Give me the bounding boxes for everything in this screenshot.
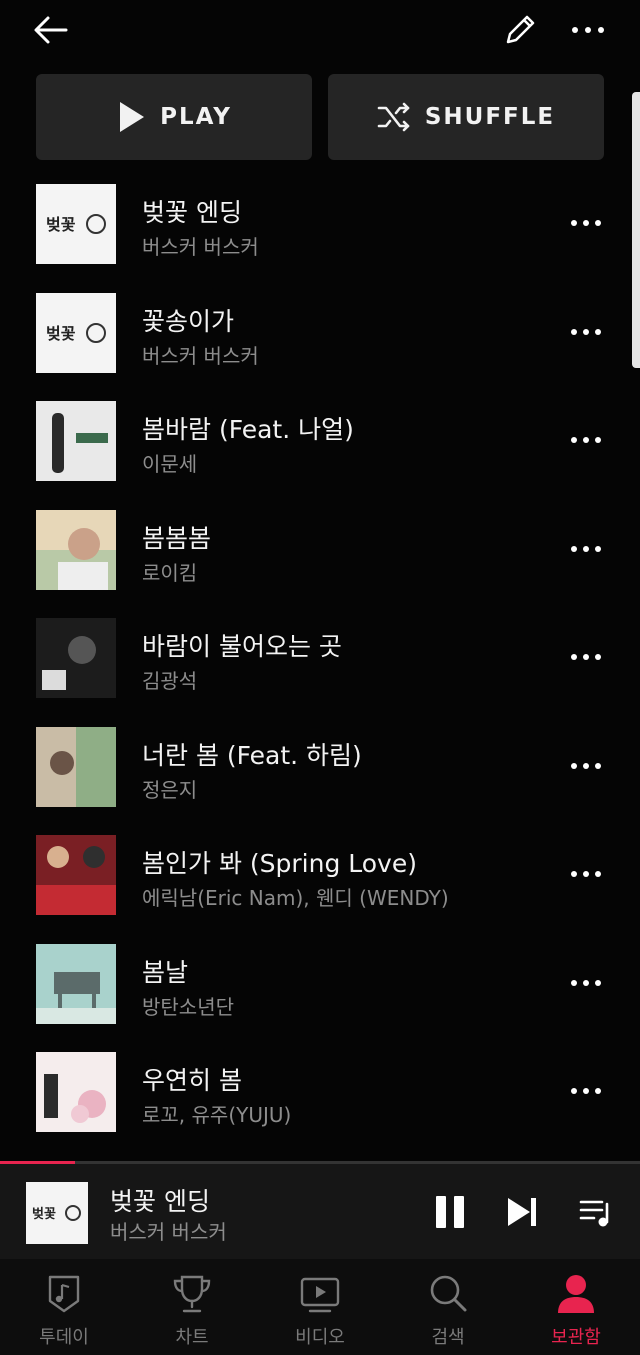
song-artist: 버스커 버스커 (142, 235, 259, 259)
skip-next-icon[interactable] (504, 1194, 540, 1230)
more-options-icon[interactable] (566, 420, 606, 460)
album-art (36, 401, 116, 481)
song-artist: 로이킴 (142, 560, 198, 585)
song-row[interactable]: 봄날 방탄소년단 (0, 933, 640, 1042)
song-artist: 방탄소년단 (142, 994, 234, 1019)
tab-label: 투데이 (39, 1327, 89, 1348)
song-row[interactable]: 너란 봄 (Feat. 하림) 정은지 (0, 716, 640, 825)
album-art: 벚꽃 (36, 184, 116, 264)
back-arrow-icon[interactable] (26, 8, 74, 52)
album-art (36, 943, 116, 1024)
play-icon (120, 102, 145, 132)
playlist-queue-icon[interactable] (578, 1194, 614, 1230)
tab-chart[interactable]: 차트 (128, 1259, 256, 1355)
tab-search[interactable]: 검색 (384, 1259, 512, 1355)
video-play-icon (300, 1273, 340, 1315)
svg-text:벚꽃: 벚꽃 (32, 1206, 56, 1222)
song-row[interactable]: 봄바람 (Feat. 나얼) 이문세 (0, 390, 640, 499)
more-options-icon[interactable] (566, 637, 606, 677)
song-title: 바람이 불어오는 곳 (142, 632, 342, 661)
song-title: 벚꽃 엔딩 (142, 198, 242, 227)
svg-text:벚꽃: 벚꽃 (46, 215, 76, 234)
play-label: PLAY (160, 104, 232, 130)
song-title: 봄날 (142, 957, 189, 987)
music-note-icon (44, 1273, 84, 1315)
now-playing-album-art: 벚꽃 (26, 1182, 88, 1244)
more-options-icon[interactable] (566, 963, 606, 1003)
tab-library[interactable]: 보관함 (512, 1259, 640, 1355)
song-title: 꽃송이가 (142, 306, 235, 336)
song-artist: 정은지 (142, 777, 198, 802)
play-all-button[interactable]: PLAY (36, 74, 312, 160)
tab-today[interactable]: 투데이 (0, 1259, 128, 1355)
more-options-icon[interactable] (566, 203, 606, 243)
tab-label: 비디오 (295, 1327, 345, 1348)
more-options-icon[interactable] (566, 1071, 606, 1111)
song-row[interactable]: 벚꽃 꽃송이가 버스커 버스커 (0, 282, 640, 391)
album-art (36, 618, 116, 698)
song-list: 벚꽃 벚꽃 엔딩 버스커 버스커 벚꽃 꽃송이가 버스커 버스커 봄바람 (Fe… (0, 173, 640, 1150)
tab-label: 차트 (175, 1327, 209, 1348)
song-row[interactable]: 우연히 봄 로꼬, 유주(YUJU) (0, 1041, 640, 1150)
more-options-icon[interactable] (566, 312, 606, 352)
pause-icon[interactable] (432, 1194, 468, 1230)
more-options-icon[interactable] (566, 8, 610, 52)
person-icon (556, 1273, 596, 1315)
bottom-tab-bar: 투데이 차트 비디오 검색 보관함 (0, 1259, 640, 1355)
song-artist: 로꼬, 유주(YUJU) (142, 1103, 292, 1127)
song-artist: 김광석 (142, 669, 198, 693)
shuffle-label: SHUFFLE (424, 104, 556, 130)
song-title: 너란 봄 (Feat. 하림) (142, 740, 362, 770)
song-row[interactable]: 봄인가 봐 (Spring Love) 에릭남(Eric Nam), 웬디 (W… (0, 824, 640, 933)
trophy-icon (172, 1273, 212, 1315)
album-art (36, 835, 116, 915)
shuffle-button[interactable]: SHUFFLE (328, 74, 604, 160)
playback-buttons: PLAY SHUFFLE (36, 74, 604, 160)
song-title: 우연히 봄 (142, 1066, 242, 1095)
song-title: 봄바람 (Feat. 나얼) (142, 415, 354, 444)
tab-video[interactable]: 비디오 (256, 1259, 384, 1355)
more-options-icon[interactable] (566, 746, 606, 786)
song-title: 봄봄봄 (142, 523, 212, 553)
top-bar (0, 0, 640, 62)
edit-pencil-icon[interactable] (498, 8, 542, 52)
search-icon (428, 1273, 468, 1315)
song-artist: 에릭남(Eric Nam), 웬디 (WENDY) (142, 886, 449, 910)
album-art: 벚꽃 (36, 292, 116, 373)
album-art (36, 509, 116, 590)
svg-text:벚꽃: 벚꽃 (46, 324, 76, 343)
song-title: 봄인가 봐 (Spring Love) (142, 849, 417, 878)
song-artist: 버스커 버스커 (142, 343, 259, 368)
now-playing-title: 벚꽃 엔딩 (110, 1187, 210, 1216)
tab-label: 보관함 (551, 1327, 601, 1348)
song-row[interactable]: 봄봄봄 로이킴 (0, 499, 640, 608)
more-options-icon[interactable] (566, 529, 606, 569)
now-playing-artist: 버스커 버스커 (110, 1220, 227, 1244)
song-row[interactable]: 벚꽃 벚꽃 엔딩 버스커 버스커 (0, 173, 640, 282)
song-artist: 이문세 (142, 452, 198, 476)
more-options-icon[interactable] (566, 854, 606, 894)
shuffle-icon (377, 102, 410, 132)
tab-label: 검색 (431, 1327, 465, 1348)
song-row[interactable]: 바람이 불어오는 곳 김광석 (0, 607, 640, 716)
mini-player[interactable]: 벚꽃 벚꽃 엔딩 버스커 버스커 (0, 1164, 640, 1259)
album-art (36, 1052, 116, 1132)
album-art (36, 726, 116, 807)
